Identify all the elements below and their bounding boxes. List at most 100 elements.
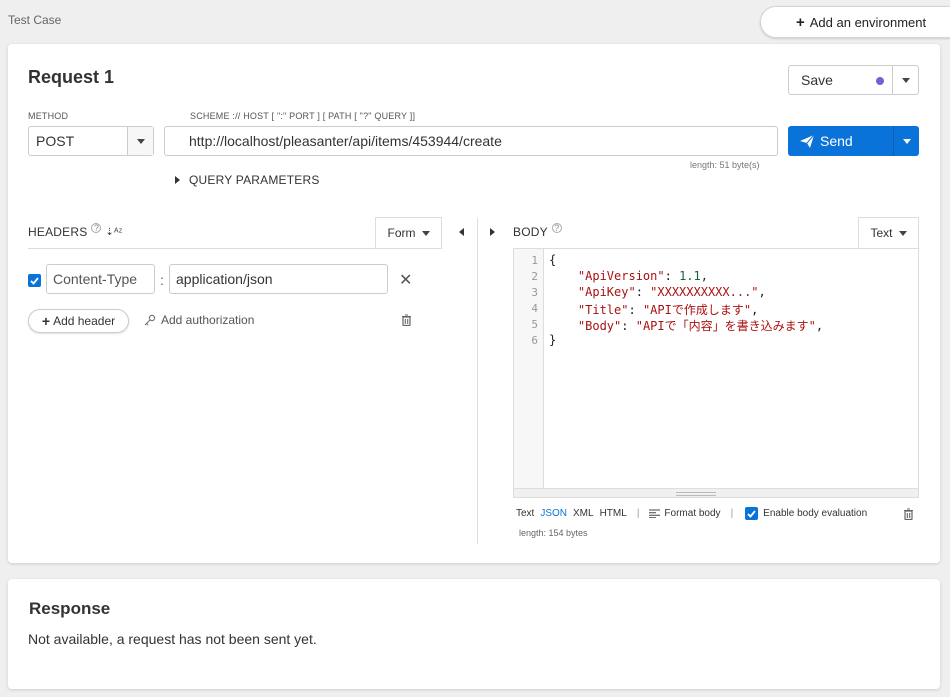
toolbar-separator: | — [730, 508, 734, 519]
code-comma: , — [700, 269, 708, 283]
query-parameters-label: QUERY PARAMETERS — [189, 173, 320, 187]
add-environment-label: Add an environment — [809, 14, 927, 30]
add-authorization-button[interactable]: Add authorization — [144, 313, 254, 327]
check-icon — [747, 509, 756, 518]
code-brace: } — [549, 333, 557, 347]
body-mode-label: Text — [870, 226, 893, 240]
chevron-down-icon — [136, 138, 145, 144]
caret-right-icon — [490, 228, 495, 236]
query-parameters-toggle[interactable]: QUERY PARAMETERS — [175, 173, 320, 187]
method-value: POST — [36, 133, 75, 149]
code-line: { — [549, 253, 556, 267]
code-separator: : — [621, 319, 636, 333]
align-left-icon — [649, 509, 661, 518]
format-text-link[interactable]: Text — [516, 508, 534, 519]
save-dropdown-toggle[interactable] — [892, 66, 918, 94]
body-label: BODY — [513, 225, 548, 239]
header-colon: : — [160, 272, 164, 288]
response-message: Not available, a request has not been se… — [28, 631, 317, 647]
delete-all-headers-icon[interactable] — [401, 314, 412, 329]
code-separator: : — [664, 269, 680, 283]
send-icon — [800, 134, 814, 148]
url-input[interactable]: http://localhost/pleasanter/api/items/45… — [164, 126, 778, 156]
code-key: "ApiKey" — [577, 285, 636, 299]
plus-icon: + — [41, 313, 51, 329]
headers-section-title: HEADERS ? ⇣ᴬᶻ — [28, 223, 123, 239]
header-key-input[interactable]: Content-Type — [46, 264, 155, 294]
headers-label: HEADERS — [28, 225, 88, 239]
method-label: METHOD — [28, 111, 69, 121]
unsaved-indicator-dot — [876, 77, 884, 85]
code-line: "ApiVersion": 1.1, — [549, 269, 708, 283]
help-icon[interactable]: ? — [91, 223, 102, 233]
plus-icon: + — [796, 13, 805, 31]
save-label: Save — [801, 72, 833, 88]
add-header-label: Add header — [53, 314, 116, 328]
help-icon[interactable]: ? — [551, 223, 562, 233]
line-number: 3 — [531, 286, 538, 299]
save-button-group: Save — [788, 65, 919, 95]
remove-header-icon[interactable]: ✕ — [399, 270, 412, 290]
caret-left-icon — [459, 228, 464, 236]
save-button[interactable]: Save — [789, 66, 892, 94]
headers-mode-label: Form — [387, 226, 416, 240]
format-xml-link[interactable]: XML — [573, 508, 594, 519]
line-number-gutter: 1 2 3 4 5 6 — [514, 249, 544, 489]
line-number: 6 — [531, 334, 538, 347]
method-dropdown-toggle[interactable] — [127, 127, 153, 155]
enable-eval-checkbox[interactable] — [745, 507, 759, 520]
code-value: "APIで作成します" — [642, 303, 752, 317]
header-value-input[interactable]: application/json — [169, 264, 388, 294]
code-key: "Body" — [577, 319, 622, 333]
chevron-down-icon — [902, 138, 911, 144]
add-header-button[interactable]: + Add header — [28, 309, 129, 333]
enable-eval-label: Enable body evaluation — [763, 508, 868, 519]
method-select[interactable]: POST — [28, 126, 154, 156]
panel-divider — [477, 218, 478, 544]
code-line: } — [549, 333, 556, 347]
code-brace: { — [549, 253, 557, 267]
add-authorization-label: Add authorization — [161, 313, 255, 327]
code-line: "Title": "APIで作成します", — [549, 301, 758, 318]
send-button-group: Send — [788, 126, 919, 156]
code-value: 1.1 — [679, 269, 701, 283]
body-length: length: 154 bytes — [519, 528, 588, 538]
code-value: "APIで「内容」を書き込みます" — [635, 319, 816, 333]
header-enabled-checkbox[interactable] — [28, 274, 41, 287]
code-separator: : — [635, 285, 651, 299]
format-html-link[interactable]: HTML — [600, 508, 627, 519]
clear-body-icon[interactable] — [903, 508, 914, 523]
url-scheme-label: SCHEME :// HOST [ ":" PORT ] [ PATH [ "?… — [190, 111, 416, 121]
chevron-down-icon — [421, 230, 430, 236]
code-comma: , — [751, 303, 759, 317]
body-section-title: BODY ? — [513, 223, 562, 239]
request-title: Request 1 — [28, 67, 115, 87]
send-dropdown-toggle[interactable] — [893, 126, 919, 156]
sort-az-icon[interactable]: ⇣ᴬᶻ — [105, 227, 122, 238]
url-length: length: 51 byte(s) — [690, 160, 760, 170]
body-toolbar: Text JSON XML HTML | Format body | Enabl… — [516, 507, 867, 520]
code-key: "ApiVersion" — [577, 269, 665, 283]
headers-divider — [28, 248, 442, 249]
code-line: "Body": "APIで「内容」を書き込みます", — [549, 317, 823, 334]
enable-body-evaluation-toggle[interactable]: Enable body evaluation — [745, 507, 867, 520]
send-label: Send — [820, 133, 853, 149]
key-icon — [144, 314, 156, 326]
headers-mode-dropdown[interactable]: Form — [375, 217, 442, 248]
body-code-editor[interactable]: 1 2 3 4 5 6 { "ApiVersion": 1.1, "ApiKey… — [513, 249, 919, 498]
collapse-right-button[interactable] — [490, 228, 504, 236]
editor-resize-handle[interactable] — [514, 488, 918, 497]
add-environment-button[interactable]: + Add an environment — [760, 6, 950, 38]
response-title: Response — [29, 599, 111, 618]
format-json-link[interactable]: JSON — [540, 508, 567, 519]
chevron-down-icon — [901, 77, 910, 83]
body-mode-dropdown[interactable]: Text — [858, 217, 919, 248]
code-line: "ApiKey": "XXXXXXXXXX...", — [549, 285, 766, 299]
code-separator: : — [628, 303, 643, 317]
expand-arrow-icon — [175, 176, 180, 184]
line-number: 2 — [531, 270, 538, 283]
collapse-left-button[interactable] — [459, 228, 464, 236]
code-key: "Title" — [577, 303, 629, 317]
send-button[interactable]: Send — [788, 126, 893, 156]
format-body-button[interactable]: Format body — [649, 508, 721, 519]
